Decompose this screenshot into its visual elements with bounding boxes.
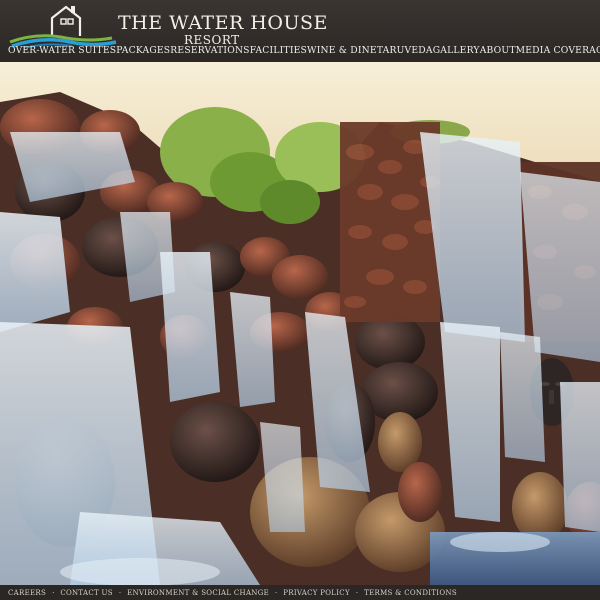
site-header: THE WATER HOUSE RESORT OVER-WATER SUITES… (0, 0, 600, 62)
nav-item-packages[interactable]: PACKAGES (116, 45, 170, 59)
hero-waterfall-image (0, 62, 600, 585)
footer-link-privacy-policy[interactable]: PRIVACY POLICY (283, 589, 350, 597)
footer-link-environment[interactable]: ENVIRONMENT & SOCIAL CHANGE (127, 589, 269, 597)
waterfall-photo (0, 62, 600, 585)
footer-link-terms[interactable]: TERMS & CONDITIONS (364, 589, 457, 597)
main-nav: OVER-WATER SUITES PACKAGES RESERVATIONS … (0, 45, 600, 59)
site-footer: CAREERS · CONTACT US · ENVIRONMENT & SOC… (0, 585, 600, 600)
footer-link-contact-us[interactable]: CONTACT US (60, 589, 113, 597)
footer-separator: · (355, 588, 359, 597)
footer-separator: · (275, 588, 278, 597)
footer-link-careers[interactable]: CAREERS (8, 589, 46, 597)
nav-item-reservations[interactable]: RESERVATIONS (170, 45, 249, 59)
house-logo-icon (9, 5, 117, 48)
nav-item-media-coverage[interactable]: MEDIA COVERAGE (516, 45, 600, 59)
nav-item-gallery[interactable]: GALLERY (433, 45, 480, 59)
nav-item-taruveda[interactable]: TARUVEDA (377, 45, 433, 59)
nav-item-wine-dine[interactable]: WINE & DINE (307, 45, 377, 59)
footer-separator: · (118, 588, 122, 597)
site-logo[interactable]: THE WATER HOUSE RESORT (8, 2, 327, 48)
site-title: THE WATER HOUSE (118, 12, 328, 34)
nav-item-facilities[interactable]: FACILITIES (250, 45, 307, 59)
footer-separator: · (52, 588, 55, 597)
nav-item-about[interactable]: ABOUT (480, 45, 516, 59)
nav-item-over-water-suites[interactable]: OVER-WATER SUITES (8, 45, 116, 59)
